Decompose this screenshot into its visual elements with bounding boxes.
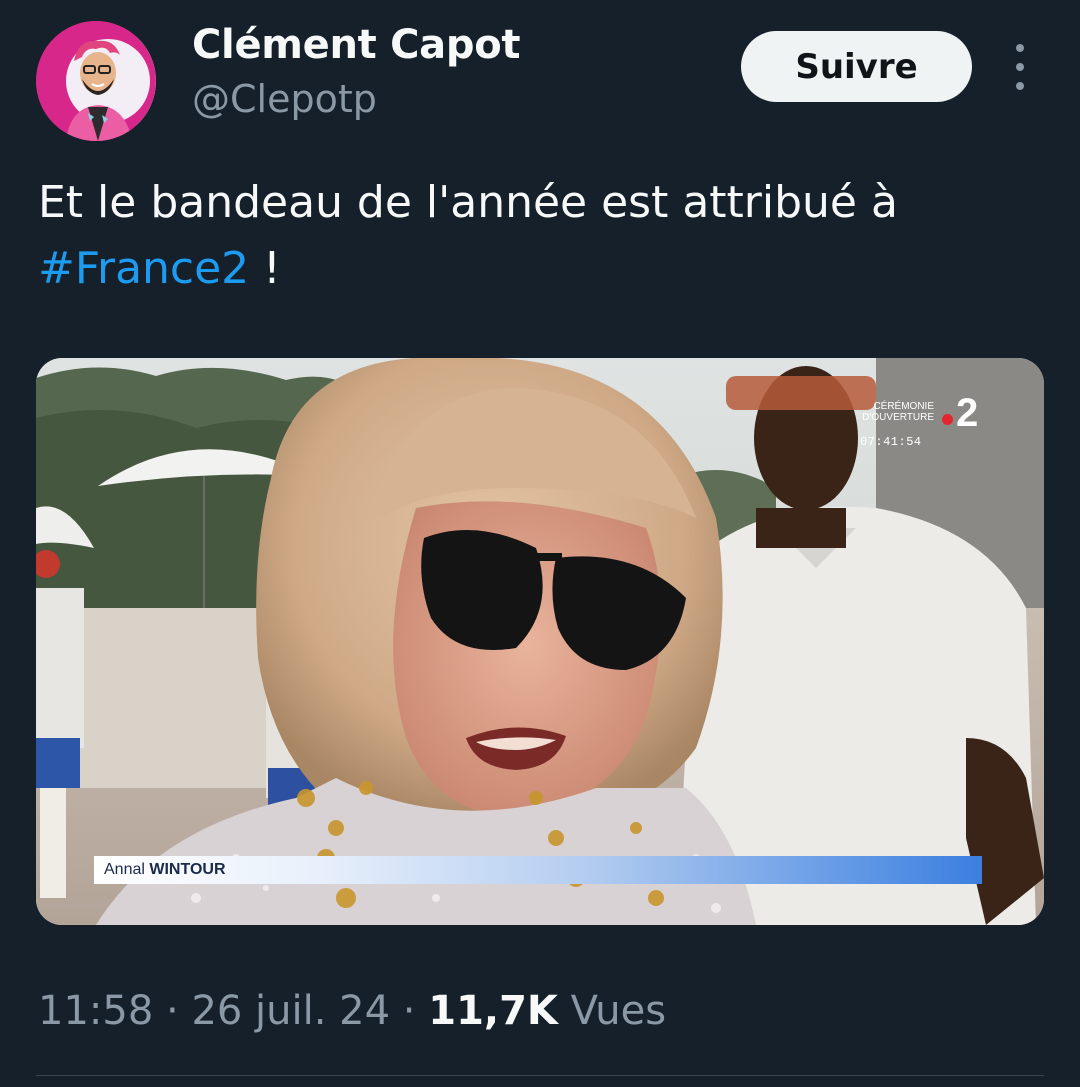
meta-separator: · xyxy=(153,988,192,1034)
hashtag-link[interactable]: #France2 xyxy=(38,243,249,294)
channel-logo: 2 xyxy=(956,391,979,435)
tweet-text-end: ! xyxy=(249,243,281,294)
avatar[interactable] xyxy=(36,21,156,141)
avatar-illustration xyxy=(36,21,156,141)
divider xyxy=(36,1075,1044,1076)
lower-third-banner: Annal WINTOUR xyxy=(94,856,982,884)
dot xyxy=(1016,63,1024,71)
tweet-text: Et le bandeau de l'année est attribué à … xyxy=(38,170,1038,302)
tweet-time[interactable]: 11:58 xyxy=(38,988,153,1034)
dot xyxy=(1016,44,1024,52)
views-count[interactable]: 11,7K xyxy=(428,988,558,1034)
author-handle[interactable]: @Clepotp xyxy=(192,77,377,121)
tweet-date[interactable]: 26 juil. 24 xyxy=(191,988,390,1034)
author-name[interactable]: Clément Capot xyxy=(192,22,521,68)
meta-separator: · xyxy=(390,988,429,1034)
follow-button[interactable]: Suivre xyxy=(741,31,972,102)
broadcast-label-line1: CÉRÉMONIE xyxy=(873,401,934,412)
views-label: Vues xyxy=(557,988,667,1034)
broadcast-label: CÉRÉMONIE D'OUVERTURE xyxy=(858,401,934,423)
broadcast-timestamp: 07:41:54 xyxy=(860,435,922,449)
lower-third-text: Annal WINTOUR xyxy=(104,861,226,879)
channel-dot-icon xyxy=(942,414,953,425)
tweet-meta: 11:58 · 26 juil. 24 · 11,7K Vues xyxy=(38,988,666,1034)
more-vertical-icon[interactable] xyxy=(1004,44,1036,90)
tweet-media[interactable]: CÉRÉMONIE D'OUVERTURE 2 07:41:54 Annal W… xyxy=(36,358,1044,925)
tweet: Clément Capot @Clepotp Suivre Et le band… xyxy=(0,0,1080,1087)
broadcast-label-line2: D'OUVERTURE xyxy=(862,412,934,423)
lower-third-first-name: Annal xyxy=(104,861,145,878)
lower-third-last-name: WINTOUR xyxy=(149,861,226,878)
dot xyxy=(1016,82,1024,90)
tweet-text-body: Et le bandeau de l'année est attribué à xyxy=(38,177,898,228)
